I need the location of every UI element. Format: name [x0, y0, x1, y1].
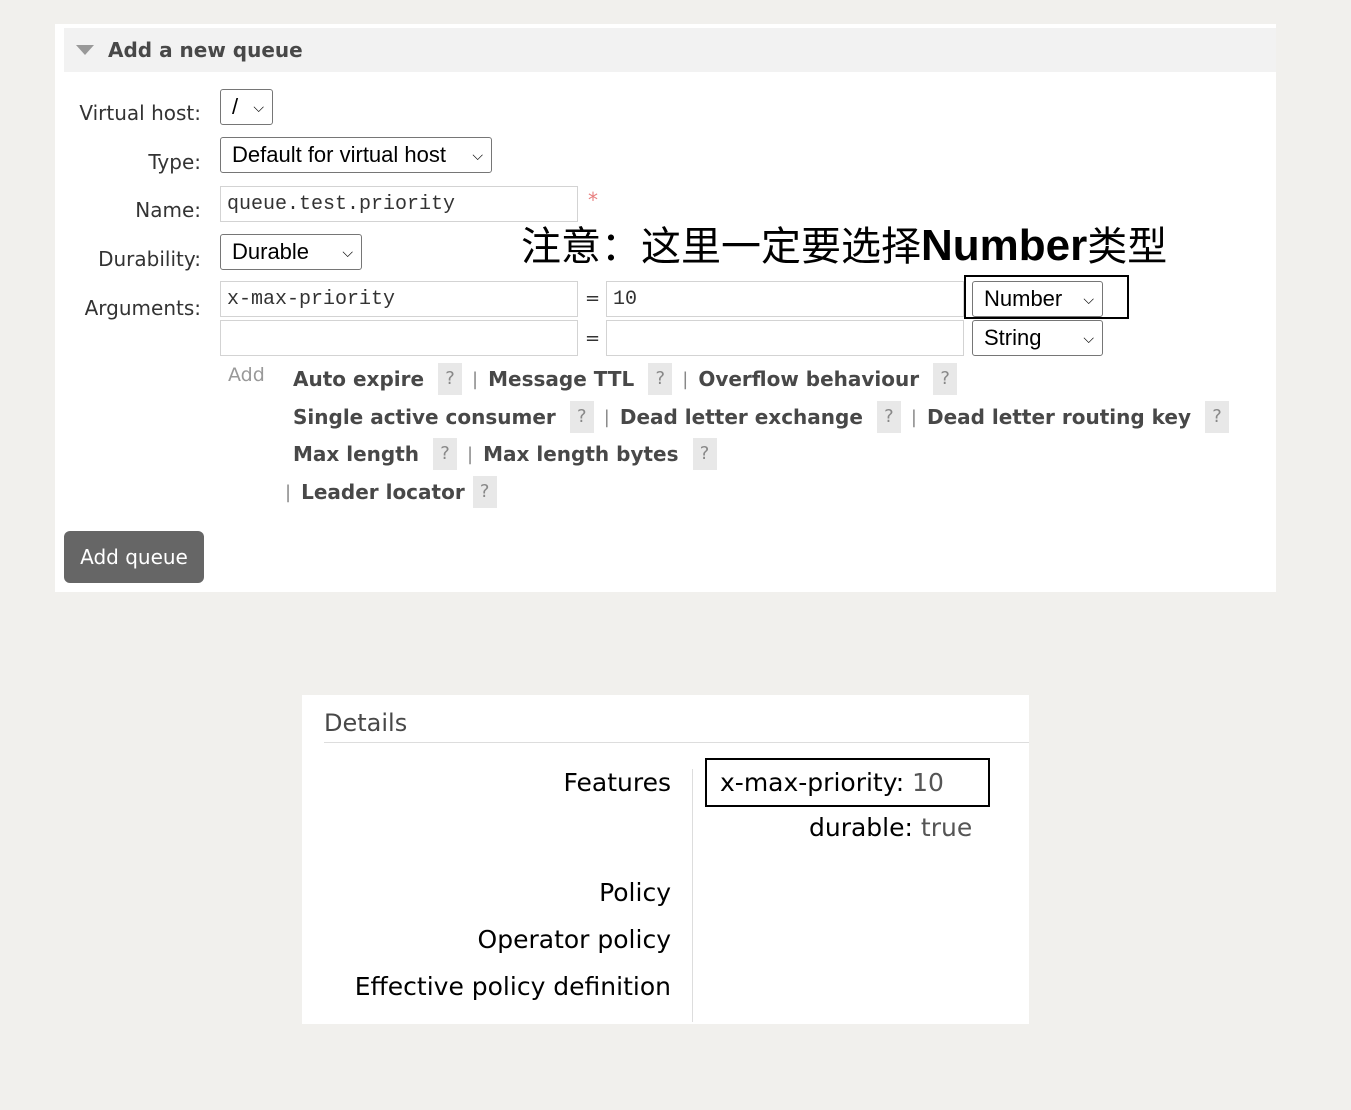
argument-key-input[interactable]: [220, 320, 578, 356]
virtual-host-select[interactable]: / ⌵: [220, 89, 273, 125]
help-icon[interactable]: ?: [1205, 401, 1229, 433]
chevron-down-icon: ⌵: [342, 243, 353, 260]
equals-sign: =: [585, 328, 601, 349]
arguments-label: Arguments:: [84, 296, 201, 320]
durability-select[interactable]: Durable ⌵: [220, 234, 362, 270]
argument-key-value: x-max-priority: [227, 287, 396, 311]
argument-type-select[interactable]: String ⌵: [972, 320, 1103, 356]
separator: |: [682, 368, 689, 390]
message-ttl-link[interactable]: Message TTL: [488, 367, 634, 391]
annotation-bold: Number: [921, 221, 1088, 270]
chevron-down-icon: ⌵: [253, 98, 264, 115]
virtual-host-label: Virtual host:: [79, 101, 201, 125]
required-marker: *: [588, 188, 598, 212]
type-value: Default for virtual host: [232, 142, 446, 167]
help-icon[interactable]: ?: [648, 363, 673, 395]
feature-key: x-max-priority:: [720, 768, 905, 797]
virtual-host-value: /: [232, 94, 239, 119]
argument-type-value: String: [984, 325, 1042, 350]
details-title: Details: [324, 709, 408, 737]
argument-key-input[interactable]: x-max-priority: [220, 281, 578, 317]
overflow-behaviour-link[interactable]: Overflow behaviour: [698, 367, 919, 391]
argument-links-row-2: Single active consumer ? | Dead letter e…: [293, 401, 1229, 433]
divider: [324, 742, 1029, 743]
argument-value-input[interactable]: 10: [606, 281, 964, 317]
annotation-note: 注意：这里一定要选择Number类型: [521, 214, 1167, 272]
durability-value: Durable: [232, 239, 310, 264]
highlight-box: [964, 275, 1129, 319]
help-icon[interactable]: ?: [876, 401, 901, 433]
features-label: Features: [563, 768, 672, 797]
help-icon[interactable]: ?: [933, 363, 958, 395]
help-icon[interactable]: ?: [692, 438, 717, 470]
help-icon[interactable]: ?: [569, 401, 594, 433]
max-length-bytes-link[interactable]: Max length bytes: [483, 442, 678, 466]
dead-letter-exchange-link[interactable]: Dead letter exchange: [620, 405, 863, 429]
add-label: Add: [228, 364, 265, 386]
collapse-triangle-icon[interactable]: [76, 45, 94, 55]
divider: [692, 769, 693, 1022]
effective-policy-label: Effective policy definition: [354, 972, 671, 1001]
type-label: Type:: [148, 150, 201, 174]
argument-links-row-4: | Leader locator ?: [285, 476, 497, 508]
annotation-prefix: 注意：这里一定要选择: [521, 224, 921, 270]
leader-locator-link[interactable]: Leader locator: [301, 480, 465, 504]
feature-value: 10: [912, 768, 944, 797]
name-value: queue.test.priority: [227, 192, 456, 216]
details-panel: Details Features Policy Operator policy …: [302, 695, 1029, 1024]
help-icon[interactable]: ?: [433, 438, 458, 470]
type-select[interactable]: Default for virtual host ⌵: [220, 137, 492, 173]
dead-letter-routing-key-link[interactable]: Dead letter routing key: [927, 405, 1191, 429]
equals-sign: =: [585, 288, 601, 309]
auto-expire-link[interactable]: Auto expire: [293, 367, 424, 391]
section-title: Add a new queue: [108, 38, 303, 62]
feature-value: true: [920, 813, 973, 842]
argument-links-row-1: Auto expire ? | Message TTL ? | Overflow…: [293, 363, 958, 395]
policy-label: Policy: [599, 878, 671, 907]
feature-key: durable:: [809, 813, 913, 842]
durability-label: Durability:: [98, 247, 201, 271]
argument-value-value: 10: [613, 287, 638, 311]
section-header[interactable]: Add a new queue: [64, 28, 1276, 72]
argument-links-row-3: Max length ? | Max length bytes ?: [293, 438, 717, 470]
annotation-suffix: 类型: [1087, 224, 1168, 270]
separator: |: [472, 368, 479, 390]
single-active-consumer-link[interactable]: Single active consumer: [293, 405, 556, 429]
name-label: Name:: [135, 198, 201, 222]
help-icon[interactable]: ?: [472, 476, 497, 508]
chevron-down-icon: ⌵: [1083, 329, 1094, 346]
separator: |: [603, 406, 610, 428]
separator: |: [467, 443, 474, 465]
feature-max-priority: x-max-priority: 10: [720, 768, 944, 797]
chevron-down-icon: ⌵: [472, 146, 483, 163]
feature-durable: durable: true: [809, 813, 972, 842]
help-icon[interactable]: ?: [438, 363, 463, 395]
separator: |: [285, 481, 292, 503]
argument-value-input[interactable]: [606, 320, 964, 356]
add-queue-panel: Add a new queue Virtual host: / ⌵ Type: …: [55, 24, 1276, 592]
add-queue-button[interactable]: Add queue: [64, 531, 204, 583]
max-length-link[interactable]: Max length: [293, 442, 419, 466]
operator-policy-label: Operator policy: [477, 925, 671, 954]
separator: |: [910, 406, 917, 428]
